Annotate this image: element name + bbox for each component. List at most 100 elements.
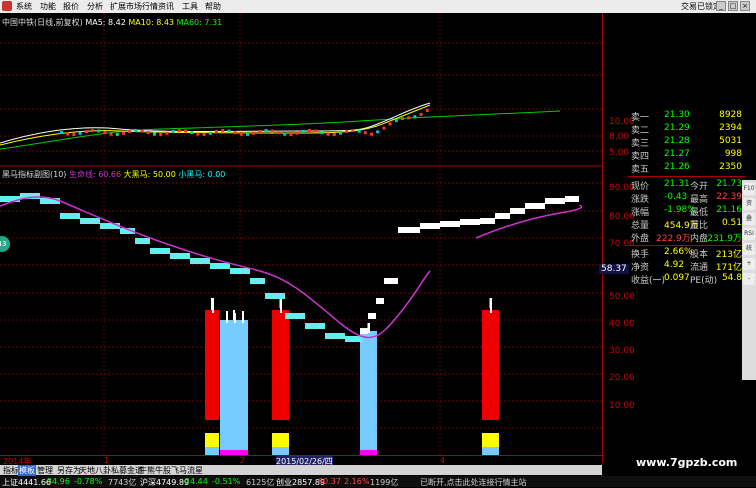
menu-analysis[interactable]: 分析: [87, 1, 103, 12]
menu-tools[interactable]: 工具: [182, 1, 198, 12]
status-item[interactable]: 已断开,点击此处连接行情主站: [420, 477, 527, 488]
ask-volume: 2394: [719, 123, 742, 133]
quote-label: 量比: [690, 221, 709, 231]
candle: [202, 132, 206, 136]
extension-tab-row: [0, 475, 756, 476]
menu-bar: 系统 功能 报价 分析 扩展市场行情 资讯 工具 帮助 交易已锁定 _ □ ×: [0, 0, 756, 13]
signal-bar: [205, 310, 219, 420]
white-block: [565, 196, 579, 202]
candle: [165, 131, 169, 135]
month-label: 2: [240, 456, 246, 465]
zoom-in-icon[interactable]: +: [743, 258, 755, 270]
menu-system[interactable]: 系统: [16, 1, 32, 12]
candle: [388, 122, 392, 126]
signal-stem: [212, 298, 214, 313]
candle: [419, 112, 423, 116]
ma5-value: MA5: 8.42: [85, 18, 126, 27]
candle: [171, 130, 175, 134]
price-tick: 8.00: [609, 132, 630, 142]
close-icon[interactable]: ×: [740, 1, 750, 11]
ask-price: 21.30: [664, 110, 690, 120]
candle: [60, 131, 63, 134]
menu-function[interactable]: 功能: [40, 1, 56, 12]
quote-label: 涨跌: [631, 195, 650, 205]
info-tool-button[interactable]: 资: [743, 198, 755, 210]
candle: [134, 129, 138, 133]
f10-tool-button[interactable]: F10: [743, 183, 755, 195]
signal-bar: [360, 331, 377, 451]
cyan-block: [60, 213, 80, 219]
ask-price: 21.26: [664, 162, 690, 172]
value-axis: 10.00 8.00 5.00 90.00 80.00 70.00 58.37 …: [599, 13, 635, 463]
candle: [109, 132, 113, 136]
signal-stem: [490, 298, 492, 313]
watermark-text: www.7gpzb.com: [636, 456, 738, 469]
quote-value: 0.51: [721, 218, 742, 228]
cyan-block: [345, 336, 363, 342]
status-item: 6125亿: [246, 478, 275, 487]
rsi-tool-button[interactable]: RSI: [743, 228, 755, 240]
stats-tool-button[interactable]: 统: [743, 243, 755, 255]
cyan-block: [150, 248, 170, 254]
candle: [264, 129, 268, 133]
cyan-block: [190, 258, 210, 264]
zoom-out-icon[interactable]: -: [743, 273, 755, 285]
cyan-block: [80, 218, 100, 224]
candle: [394, 119, 398, 123]
lifeline-value: 生命线: 60.66: [68, 170, 122, 179]
white-block: [525, 203, 545, 209]
chart-area[interactable]: [0, 13, 602, 463]
candle: [246, 132, 249, 136]
white-block: [480, 218, 495, 224]
menu-quote[interactable]: 报价: [63, 1, 79, 12]
overlay-tool-button[interactable]: 叠: [743, 213, 755, 225]
app-icon: [2, 1, 12, 11]
candle: [326, 132, 330, 136]
ask-row: 卖四 21.27 998: [628, 149, 746, 162]
quote-row: 总量 454.9万 量比 0.51: [628, 218, 746, 231]
candle: [382, 126, 386, 130]
candle: [72, 132, 76, 136]
ask-volume: 998: [724, 149, 742, 159]
quote-value: 21.16: [716, 205, 742, 215]
minimize-icon[interactable]: _: [716, 1, 726, 11]
quote-value: 171亿: [715, 263, 742, 273]
cyan-block: [285, 313, 305, 319]
maximize-icon[interactable]: □: [728, 1, 738, 11]
white-block: [460, 219, 480, 225]
menu-ext-market[interactable]: 扩展市场行情: [110, 1, 158, 12]
white-block: [545, 198, 565, 204]
quote-value: 21.73: [716, 179, 742, 189]
ask-volume: 8928: [719, 110, 742, 120]
ask-row: 卖三 21.28 5031: [628, 136, 746, 149]
price-legend: 中国中铁(日线,前复权) MA5: 8.42 MA10: 8.43 MA60: …: [2, 17, 222, 28]
white-block: [440, 221, 460, 227]
candle: [122, 131, 125, 135]
cyan-block: [135, 238, 150, 244]
ma60-line: [0, 110, 561, 150]
candle: [159, 132, 163, 136]
cyan-block: [170, 253, 190, 259]
white-block: [360, 328, 368, 334]
candle: [233, 131, 237, 135]
quote-value: 213亿: [715, 250, 742, 260]
current-value-marker: 58.37: [599, 264, 629, 274]
menu-help[interactable]: 帮助: [205, 1, 221, 12]
menu-news[interactable]: 资讯: [158, 1, 174, 12]
white-block: [510, 208, 525, 214]
status-item: 1199亿: [370, 478, 399, 487]
candle: [78, 131, 82, 135]
quote-label: PE(动): [690, 276, 718, 286]
signal-stem: [234, 313, 236, 323]
white-block: [376, 298, 384, 304]
quote-label: 总量: [631, 221, 650, 231]
candle: [283, 132, 287, 136]
quote-label: 净资: [631, 263, 650, 273]
side-toolbar: F10 资 叠 RSI 统 + -: [742, 180, 756, 380]
status-item: 7743亿: [108, 478, 137, 487]
quote-value: 0.097: [664, 273, 690, 283]
month-label: 1: [104, 456, 110, 465]
candle: [97, 129, 101, 133]
quote-value: 231.9万: [707, 234, 742, 244]
candle: [258, 129, 262, 133]
